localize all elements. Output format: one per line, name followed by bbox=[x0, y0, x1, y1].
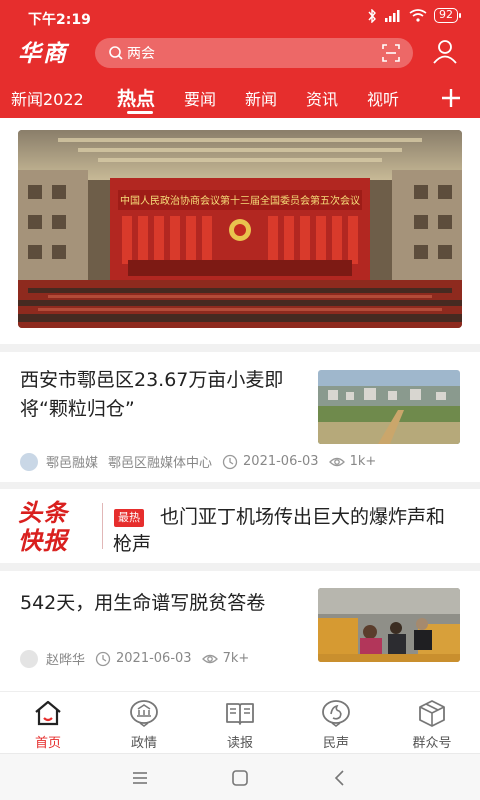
banner-section: 中国人民政治协商会议第十三届全国委员会第五次会议 bbox=[0, 118, 480, 344]
battery-icon: 92 bbox=[434, 8, 461, 23]
headline-logo-line1: 头条 bbox=[18, 498, 68, 527]
nav-newspaper-label: 读报 bbox=[226, 736, 253, 751]
news-org: 鄠邑区融媒体中心 bbox=[108, 456, 213, 471]
nav-government-label: 政情 bbox=[130, 736, 157, 751]
search-input[interactable]: 两会 bbox=[127, 43, 155, 63]
news-title[interactable]: 西安市鄠邑区23.67万亩小麦即将“颗粒归仓” bbox=[20, 366, 302, 424]
tab-video[interactable]: 视听 bbox=[367, 86, 399, 110]
eye-icon bbox=[328, 457, 345, 466]
tab-important[interactable]: 要闻 bbox=[184, 86, 216, 110]
headline-logo: 头条 快报 bbox=[18, 499, 100, 555]
home-button-icon[interactable] bbox=[229, 767, 251, 789]
voice-icon bbox=[322, 700, 350, 727]
news-date: 2021-06-03 bbox=[243, 454, 319, 469]
tab-hot[interactable]: 热点 bbox=[117, 84, 155, 111]
nav-home-label: 首页 bbox=[34, 736, 61, 751]
nav-home[interactable]: 首页 bbox=[0, 698, 96, 751]
tab-info[interactable]: 资讯 bbox=[306, 86, 338, 110]
active-tab-indicator bbox=[127, 111, 153, 114]
system-nav-bar bbox=[0, 753, 480, 800]
government-icon bbox=[130, 700, 158, 727]
nav-box-label: 群众号 bbox=[412, 736, 452, 751]
headline-flash-card[interactable]: 头条 快报 也门亚丁机场传出巨大的爆炸声和枪声 最热 bbox=[0, 489, 480, 563]
scan-icon[interactable] bbox=[381, 43, 401, 63]
news-views: 1k+ bbox=[349, 454, 377, 469]
author-avatar bbox=[20, 649, 38, 668]
headline-title[interactable]: 也门亚丁机场传出巨大的爆炸声和枪声 bbox=[113, 504, 463, 558]
news-meta: 赵晔华 2021-06-03 7k+ bbox=[20, 649, 249, 668]
news-card-2[interactable]: 542天，用生命谱写脱贫答卷 赵晔华 2021-06-03 7k+ bbox=[0, 571, 480, 683]
nav-newspaper[interactable]: 读报 bbox=[192, 698, 288, 751]
status-bar: 下午2:19 92 bbox=[0, 0, 480, 34]
box-icon bbox=[419, 700, 445, 727]
source-avatar bbox=[20, 452, 38, 471]
add-channel-icon[interactable] bbox=[439, 86, 463, 110]
headline-logo-line2: 快报 bbox=[18, 526, 68, 555]
nav-voice-label: 民声 bbox=[322, 736, 349, 751]
news-date: 2021-06-03 bbox=[116, 651, 192, 666]
next-card-peek bbox=[0, 683, 480, 691]
news-source[interactable]: 鄠邑融媒 bbox=[46, 452, 98, 471]
clock-icon bbox=[95, 651, 111, 666]
news-thumbnail[interactable] bbox=[318, 588, 460, 662]
app-logo[interactable]: 华商 bbox=[18, 34, 68, 68]
nav-government[interactable]: 政情 bbox=[96, 698, 192, 751]
user-icon[interactable] bbox=[432, 38, 458, 64]
nav-voice[interactable]: 民声 bbox=[288, 698, 384, 751]
bluetooth-icon bbox=[368, 8, 376, 23]
clock-icon bbox=[222, 454, 238, 469]
news-card-1[interactable]: 西安市鄠邑区23.67万亩小麦即将“颗粒归仓” 鄠邑融媒 鄠邑区融媒体中心 20… bbox=[0, 352, 480, 482]
news-thumbnail[interactable] bbox=[318, 370, 460, 444]
status-icons: 92 bbox=[367, 8, 461, 23]
banner-caption: 中国人民政治协商会议第十三届全国委员会第五次会议 bbox=[120, 194, 360, 207]
channel-tabs: 新闻2022 热点 要闻 新闻 资讯 视听 bbox=[0, 82, 480, 114]
tab-news[interactable]: 新闻 bbox=[245, 86, 277, 110]
search-bar[interactable]: 两会 bbox=[95, 38, 413, 68]
newspaper-icon bbox=[226, 703, 254, 725]
app-header: 下午2:19 92 华商 两会 新闻2022 热点 要闻 新闻 资讯 视听 bbox=[0, 0, 480, 118]
search-icon bbox=[109, 46, 123, 60]
news-views: 7k+ bbox=[222, 651, 250, 666]
tab-news2022[interactable]: 新闻2022 bbox=[11, 86, 84, 110]
status-time: 下午2:19 bbox=[28, 12, 91, 28]
back-icon[interactable] bbox=[329, 767, 351, 789]
wifi-icon bbox=[409, 9, 427, 22]
eye-icon bbox=[201, 654, 218, 663]
signal-icon bbox=[385, 9, 400, 22]
menu-icon[interactable] bbox=[129, 767, 151, 789]
news-title[interactable]: 542天，用生命谱写脱贫答卷 bbox=[20, 589, 302, 618]
home-icon bbox=[35, 700, 61, 726]
divider bbox=[102, 503, 103, 549]
bottom-nav: 首页 政情 读报 民声 群众号 bbox=[0, 691, 480, 753]
nav-box[interactable]: 群众号 bbox=[384, 698, 480, 751]
news-meta: 鄠邑融媒 鄠邑区融媒体中心 2021-06-03 1k+ bbox=[20, 452, 376, 471]
news-author[interactable]: 赵晔华 bbox=[46, 649, 85, 668]
hot-badge: 最热 bbox=[114, 509, 144, 527]
banner-image[interactable]: 中国人民政治协商会议第十三届全国委员会第五次会议 bbox=[18, 130, 462, 328]
